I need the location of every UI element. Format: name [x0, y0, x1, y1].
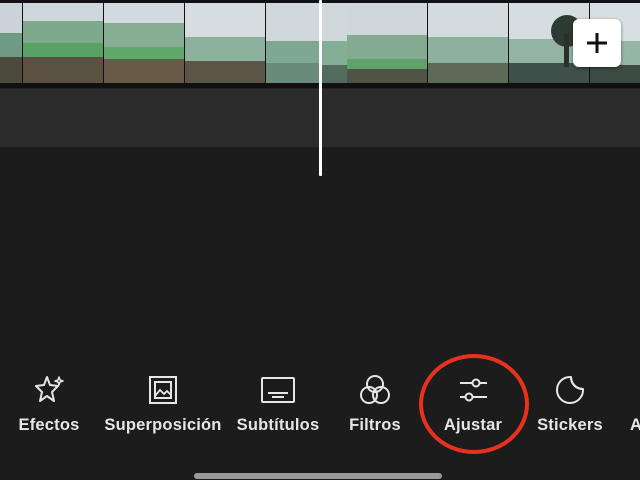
video-frame-thumbnail [104, 3, 184, 83]
plus-icon [587, 33, 607, 53]
video-frame-thumbnail [0, 3, 22, 83]
tool-stickers[interactable]: Stickers [535, 372, 605, 442]
filter-circles-icon [357, 372, 393, 408]
video-frame-thumbnail [322, 3, 347, 83]
tool-filtros[interactable]: Filtros [346, 372, 404, 442]
playhead[interactable] [319, 0, 322, 176]
video-editor-screen: Efectos Superposición Subtítulos Filtros… [0, 0, 640, 480]
video-frame-thumbnail [347, 3, 427, 83]
tool-subtitulos[interactable]: Subtítulos [236, 372, 320, 442]
sparkle-star-icon [31, 372, 67, 408]
subtitles-icon [260, 372, 296, 408]
video-frame-thumbnail [23, 3, 103, 83]
video-frame-thumbnail [428, 3, 508, 83]
tool-label: Efectos [18, 416, 80, 434]
tool-label: Filtros [349, 416, 401, 434]
tool-ajustar[interactable]: Ajustar [440, 372, 506, 442]
tool-label: Subtítulos [236, 416, 320, 434]
tool-superposicion[interactable]: Superposición [104, 372, 222, 442]
sticker-icon [552, 372, 588, 408]
tool-label: Ajustar [443, 416, 503, 434]
bottom-toolbar: Efectos Superposición Subtítulos Filtros… [0, 372, 640, 442]
home-indicator[interactable] [194, 473, 442, 479]
tool-partial[interactable]: A [626, 372, 640, 442]
video-frame-thumbnail [185, 3, 265, 83]
video-frame-thumbnail [266, 3, 319, 83]
add-clip-button[interactable] [573, 19, 621, 67]
tool-label: A [629, 416, 640, 434]
sliders-icon [455, 372, 491, 408]
picture-overlay-icon [145, 372, 181, 408]
tool-efectos[interactable]: Efectos [18, 372, 80, 442]
tool-label: Superposición [104, 416, 222, 434]
tool-label: Stickers [537, 416, 603, 434]
